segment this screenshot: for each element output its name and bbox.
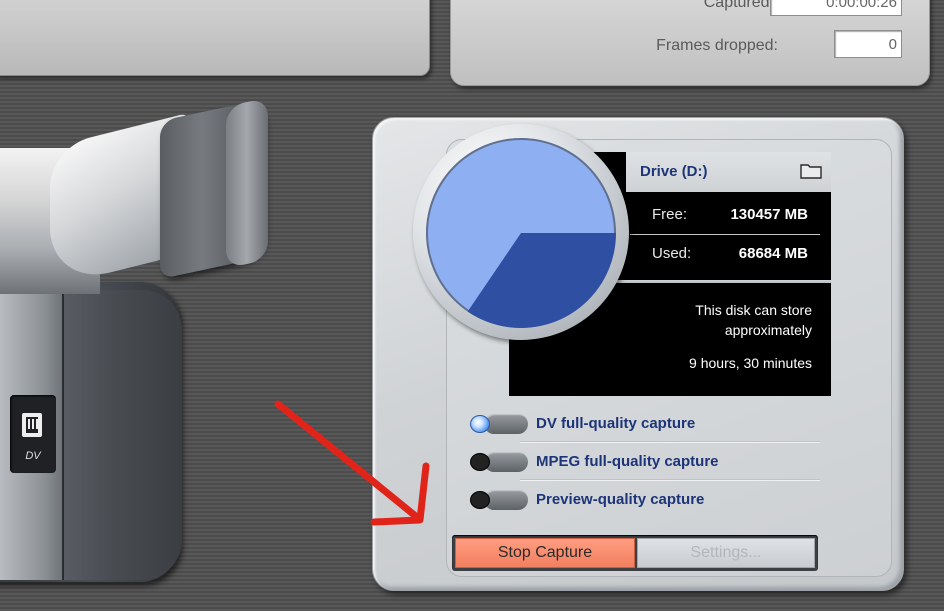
stats-divider [630,234,820,235]
unselected-indicator [470,491,490,509]
free-value: 130457 MB [730,206,808,223]
disk-usage-chart [467,233,616,328]
frames-dropped-label: Frames dropped: [656,37,778,54]
arrow-head [370,462,430,526]
captured-time-field: 0:00:00:26 [770,0,902,16]
arrow-shaft [274,400,422,522]
settings-button[interactable]: Settings... [637,538,815,568]
dv-port-label: DV [25,450,41,462]
disk-usage-pie [426,138,616,328]
camcorder-grip [62,290,182,580]
capacity-duration: 9 hours, 30 minutes [689,355,812,371]
captured-label: Captured: [703,0,774,11]
option-divider [520,479,820,481]
mpeg-full-toggle[interactable] [470,448,530,474]
unselected-indicator [470,453,490,471]
dv-full-toggle[interactable] [470,410,530,436]
capacity-note-line1: This disk can store [695,302,812,318]
capacity-note-line2: approximately [724,322,812,338]
stop-capture-button[interactable]: Stop Capture [455,538,635,568]
capture-options: DV full-quality capture MPEG full-qualit… [464,404,824,518]
option-divider [520,441,820,443]
dv-port: DV [10,395,56,473]
frames-dropped-field: 0 [834,30,902,58]
capture-button-bar: Stop Capture Settings... [452,535,818,571]
folder-icon[interactable] [800,161,822,179]
used-value: 68684 MB [738,245,808,262]
annotation-arrow [274,400,430,526]
used-label: Used: [652,245,692,262]
drive-title: Drive (D:) [640,163,708,180]
selected-indicator [470,415,490,433]
option-dv-full[interactable]: DV full-quality capture [464,404,824,442]
option-label[interactable]: DV full-quality capture [536,415,695,432]
option-label[interactable]: MPEG full-quality capture [536,453,719,470]
option-preview-quality[interactable]: Preview-quality capture [464,480,824,518]
top-left-panel [0,0,430,76]
free-label: Free: [652,206,688,223]
preview-quality-toggle[interactable] [470,486,530,512]
option-mpeg-full[interactable]: MPEG full-quality capture [464,442,824,480]
camcorder-eyecup-rim [226,97,268,269]
option-label[interactable]: Preview-quality capture [536,491,704,508]
